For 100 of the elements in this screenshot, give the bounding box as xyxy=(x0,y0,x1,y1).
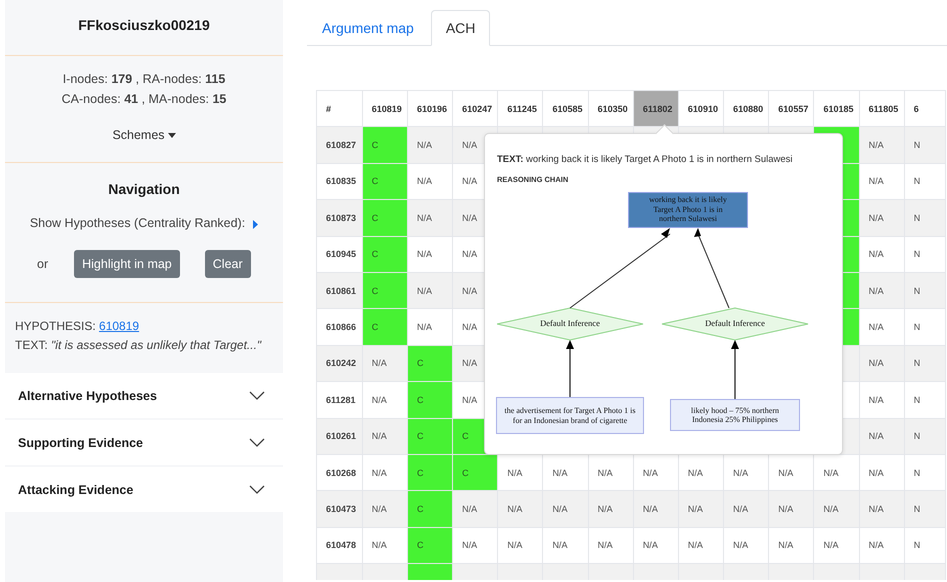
column-header[interactable]: 610819 xyxy=(362,90,408,127)
or-label: or xyxy=(37,257,48,271)
column-header[interactable]: 610247 xyxy=(452,90,498,127)
table-cell: N/A xyxy=(859,236,904,272)
row-header: 610861 xyxy=(316,272,362,309)
table-cell: C xyxy=(407,382,453,418)
conclusion-node: working back it is likely Target A Photo 1 is in northern Sulawesi xyxy=(628,192,748,228)
table-cell: N/A xyxy=(362,418,408,454)
node-count: I-nodes: 179 , RA-nodes: 115 xyxy=(62,72,226,86)
table-cell: N/A xyxy=(362,490,408,528)
table-cell: N/A xyxy=(633,490,678,528)
schemes-dropdown[interactable]: Schemes xyxy=(110,126,178,144)
table-cell: C xyxy=(362,272,408,309)
row-header: 610945 xyxy=(316,236,362,272)
accordion-header[interactable]: Supporting Evidence xyxy=(5,420,283,465)
map-title: FFkosciuszko00219 xyxy=(77,17,211,33)
table-cell: C xyxy=(362,236,408,272)
hypothesis-link[interactable]: 610819 xyxy=(99,319,140,333)
table-cell: N/A xyxy=(768,490,814,528)
table-cell: N/A xyxy=(859,272,904,309)
table-cell: N/A xyxy=(814,490,860,528)
table-cell: N xyxy=(904,490,946,528)
table-cell: N xyxy=(904,200,946,236)
table-cell: N/A xyxy=(859,200,904,236)
row-header: 611281 xyxy=(316,382,362,418)
table-cell: N xyxy=(904,345,946,382)
table-cell: N xyxy=(904,418,946,454)
column-header[interactable]: 610910 xyxy=(678,90,724,127)
hypothesis-label: HYPOTHESIS: xyxy=(15,319,96,333)
column-header[interactable]: 6 xyxy=(904,90,946,127)
column-header[interactable]: 610185 xyxy=(814,90,860,127)
table-cell: C xyxy=(407,345,453,382)
table-cell: N/A xyxy=(407,236,453,272)
table-cell: N/A xyxy=(724,490,769,528)
expand-icon[interactable] xyxy=(253,220,258,228)
column-header[interactable]: 610880 xyxy=(724,90,769,127)
table-cell: N/A xyxy=(859,382,904,418)
table-cell: C xyxy=(407,527,453,564)
column-header[interactable]: 611805 xyxy=(859,90,904,127)
row-header: 610873 xyxy=(316,200,362,236)
node-text: TEXT: working back it is likely Target A Photo 1 is in northern Sulawesi xyxy=(497,154,794,165)
accordion-header[interactable]: Attacking Evidence xyxy=(5,467,283,512)
table-cell: N xyxy=(904,126,946,164)
table-cell: C xyxy=(362,126,408,164)
hypothesis-text: TEXT: "it is assessed as unlikely that Target..." xyxy=(15,338,262,352)
table-cell: N/A xyxy=(859,490,904,528)
table-cell: N/A xyxy=(362,382,408,418)
table-cell: N xyxy=(904,236,946,272)
table-cell: N xyxy=(904,272,946,309)
column-header[interactable]: 611802 xyxy=(633,90,678,127)
tab[interactable]: ACH xyxy=(430,10,490,46)
table-cell: C xyxy=(452,454,498,491)
table-cell: N/A xyxy=(859,345,904,382)
table-cell: N/A xyxy=(407,308,453,346)
inference-label: Default Inference xyxy=(704,318,766,328)
tab[interactable]: Argument map xyxy=(307,10,429,46)
table-cell: C xyxy=(362,200,408,236)
row-header: 610473 xyxy=(316,490,362,528)
premise-node: the advertisement for Target A Photo 1 is for an Indonesian brand of cigarette xyxy=(496,397,644,434)
column-header[interactable]: 610557 xyxy=(768,90,814,127)
clear-button[interactable]: Clear xyxy=(204,250,251,278)
table-cell: N/A xyxy=(407,200,453,236)
table-cell: N xyxy=(904,308,946,346)
table-cell: N/A xyxy=(678,490,724,528)
table-cell: N/A xyxy=(407,126,453,164)
highlight-button[interactable]: Highlight in map xyxy=(74,250,180,278)
chevron-icon xyxy=(249,391,265,400)
row-header: 610866 xyxy=(316,308,362,346)
table-cell: C xyxy=(407,490,453,528)
table-cell: N/A xyxy=(362,345,408,382)
row-header: 610261 xyxy=(316,418,362,454)
table-cell: N/A xyxy=(452,490,498,528)
table-cell: C xyxy=(407,454,453,491)
table-cell: N/A xyxy=(859,308,904,346)
table-cell: N/A xyxy=(588,490,634,528)
table-cell: N/A xyxy=(407,272,453,309)
column-header[interactable]: 610350 xyxy=(588,90,634,127)
table-cell: N/A xyxy=(859,418,904,454)
column-header[interactable]: 610585 xyxy=(542,90,588,127)
table-cell: N/A xyxy=(542,490,588,528)
table-cell: N/A xyxy=(498,490,543,528)
row-header: 610242 xyxy=(316,345,362,382)
arrow xyxy=(731,340,739,399)
arrow xyxy=(566,340,574,397)
chevron-icon xyxy=(249,485,265,494)
table-cell: N/A xyxy=(859,126,904,164)
table-cell: C xyxy=(407,418,453,454)
show-hypotheses-label: Show Hypotheses (Centrality Ranked): xyxy=(30,216,246,230)
column-header: # xyxy=(316,90,362,127)
table-cell: N xyxy=(904,382,946,418)
premise-node: likely hood – 75% northern Indonesia 25% Philippines xyxy=(670,399,800,431)
row-header: 610827 xyxy=(316,126,362,164)
table-cell: C xyxy=(362,308,408,346)
column-header[interactable]: 611245 xyxy=(498,90,543,127)
navigation-heading: Navigation xyxy=(107,181,181,197)
table-cell: C xyxy=(362,163,408,200)
column-header[interactable]: 610196 xyxy=(407,90,453,127)
accordion-header[interactable]: Alternative Hypotheses xyxy=(5,373,283,418)
node-count: CA-nodes: 41 , MA-nodes: 15 xyxy=(62,92,226,106)
inference-label: Default Inference xyxy=(539,318,601,328)
